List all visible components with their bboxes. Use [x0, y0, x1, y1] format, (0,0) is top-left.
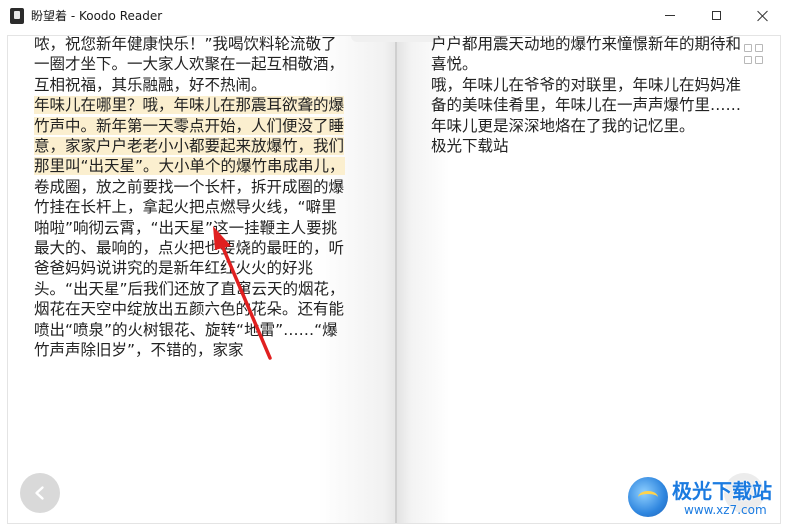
watermark-brand: 极光下载站: [672, 479, 772, 503]
watermark: 极光下载站 www.xz7.com: [626, 473, 786, 523]
watermark-url: www.xz7.com: [684, 503, 767, 517]
annotation-arrow-icon: [213, 226, 272, 360]
aurora-logo-icon: [628, 477, 668, 517]
